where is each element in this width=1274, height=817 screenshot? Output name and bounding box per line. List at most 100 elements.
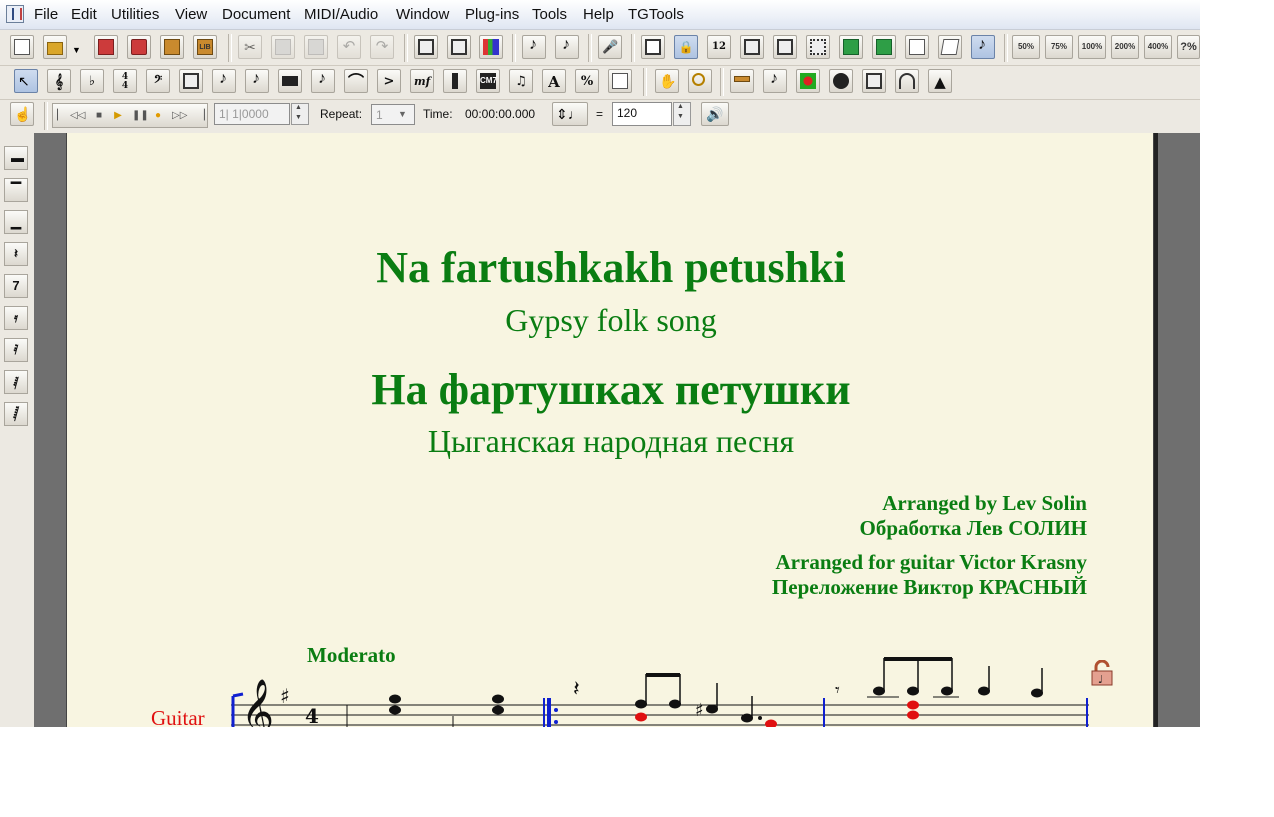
forward-end-icon[interactable]: ▕ [195, 109, 207, 122]
microphone-button[interactable]: 🎤 [598, 35, 622, 59]
quarter-rest-button[interactable]: 𝄽 [4, 242, 28, 266]
midi-tool-button[interactable] [829, 69, 853, 93]
menu-document[interactable]: Document [222, 6, 290, 24]
repeat-select[interactable]: 1 [371, 104, 415, 125]
key-signature-tool-button[interactable]: ♭ [80, 69, 104, 93]
arranger-credit[interactable]: Arranged by Lev Solin [882, 491, 1087, 516]
graphics-tool-button[interactable] [895, 69, 919, 93]
score-subtitle-russian[interactable]: Цыганская народная песня [67, 423, 1155, 460]
note[interactable] [873, 686, 885, 696]
step-forward-icon[interactable]: ▷▷ [172, 109, 187, 122]
position-spinner[interactable] [291, 103, 309, 125]
sixteenth-rest-button[interactable]: 𝄿 [4, 306, 28, 330]
measure-tool-button[interactable] [179, 69, 203, 93]
pause-icon[interactable]: ❚❚ [132, 109, 149, 122]
speaker-button[interactable]: 🔊 [701, 102, 729, 126]
one-twenty-eighth-rest-button[interactable]: 𝅂 [4, 402, 28, 426]
note[interactable] [706, 704, 718, 714]
stop-icon[interactable]: ■ [93, 109, 105, 122]
ossia-tool-button[interactable] [862, 69, 886, 93]
articulation-tool-button[interactable]: > [377, 69, 401, 93]
new-document-button[interactable] [10, 35, 34, 59]
padlock-icon[interactable]: ♩ [1091, 660, 1113, 686]
green-doc-button[interactable] [872, 35, 896, 59]
open-dropdown-icon[interactable]: ▼ [72, 45, 81, 55]
simple-entry-button[interactable] [212, 69, 236, 93]
scroll-view-button[interactable] [447, 35, 471, 59]
note[interactable] [907, 686, 919, 696]
playback-tool-button[interactable] [796, 69, 820, 93]
note[interactable] [1031, 688, 1043, 698]
undo-button[interactable]: ↶ [337, 35, 361, 59]
menu-plug-ins[interactable]: Plug-ins [465, 6, 519, 24]
play-midi-button[interactable] [522, 35, 546, 59]
paste-button[interactable] [304, 35, 328, 59]
staff-tool-button[interactable]: 𝄞 [47, 69, 71, 93]
note[interactable] [978, 686, 990, 696]
repeat-dropdown-icon[interactable]: ▼ [398, 109, 407, 119]
zoom-400-button[interactable]: 400% [1144, 35, 1172, 59]
chord-tool-button[interactable]: CM7 [476, 69, 500, 93]
hand-pointer-button[interactable]: ☝ [10, 102, 34, 126]
hand-grabber-button[interactable]: ✋ [655, 69, 679, 93]
step-back-icon[interactable]: ◁◁ [70, 109, 85, 122]
repeat-tool-button[interactable] [443, 69, 467, 93]
tempo-spinner[interactable] [673, 102, 691, 126]
page-layout-button[interactable] [608, 69, 632, 93]
app-icon[interactable] [6, 5, 24, 23]
page-frame-button[interactable] [641, 35, 665, 59]
sixty-fourth-rest-button[interactable]: 𝅁 [4, 370, 28, 394]
menu-edit[interactable]: Edit [71, 6, 97, 24]
rewind-start-icon[interactable]: ▏ [55, 109, 67, 122]
zoom-200-button[interactable]: 200% [1111, 35, 1139, 59]
note[interactable] [492, 705, 504, 715]
double-whole-rest-button[interactable]: ▬ [4, 146, 28, 170]
note[interactable] [635, 699, 647, 709]
zoom-custom-button[interactable]: ?% [1177, 35, 1200, 59]
note[interactable] [389, 694, 401, 704]
score-title[interactable]: Na fartushkakh petushki [67, 242, 1155, 293]
tuplet-tool-button[interactable] [311, 69, 335, 93]
menu-tools[interactable]: Tools [532, 6, 567, 24]
staff-button[interactable] [740, 35, 764, 59]
instrument-name[interactable]: Guitar [151, 706, 205, 727]
special-tools-button[interactable] [730, 69, 754, 93]
hyperscribe-button[interactable] [278, 69, 302, 93]
open-button[interactable] [43, 35, 67, 59]
grid-button[interactable] [773, 35, 797, 59]
resize-tool-button[interactable]: % [575, 69, 599, 93]
zoom-75-button[interactable]: 75% [1045, 35, 1073, 59]
green-page-button[interactable] [839, 35, 863, 59]
eighth-rest-button[interactable]: 7 [4, 274, 28, 298]
save-button[interactable] [94, 35, 118, 59]
mass-edit-button[interactable] [763, 69, 787, 93]
text-tool-button[interactable]: A [542, 69, 566, 93]
note[interactable] [941, 686, 953, 696]
zoom-tool-button[interactable] [688, 69, 712, 93]
position-counter[interactable]: 1| 1|0000 [214, 103, 290, 125]
menu-view[interactable]: View [175, 6, 207, 24]
page-setup-button[interactable] [905, 35, 929, 59]
note[interactable] [741, 713, 753, 723]
print-button[interactable] [127, 35, 151, 59]
menu-help[interactable]: Help [583, 6, 614, 24]
score-title-russian[interactable]: На фартушках петушки [67, 364, 1155, 415]
tempo-field[interactable]: 120 [612, 102, 672, 126]
menu-file[interactable]: File [34, 6, 58, 24]
library-button[interactable]: LIB [193, 35, 217, 59]
note[interactable] [492, 694, 504, 704]
selection-tool-button[interactable]: ↖ [14, 69, 38, 93]
midi-tools-button[interactable] [555, 35, 579, 59]
zoom-100-button[interactable]: 100% [1078, 35, 1106, 59]
half-rest-button[interactable]: ▁ [4, 210, 28, 234]
time-signature-tool-button[interactable]: 44 [113, 69, 137, 93]
cut-button[interactable]: ✂ [238, 35, 262, 59]
mixer-button[interactable] [479, 35, 503, 59]
score-subtitle[interactable]: Gypsy folk song [67, 302, 1155, 339]
transcriber-credit-russian[interactable]: Переложение Виктор КРАСНЫЙ [772, 575, 1087, 600]
note-red[interactable] [907, 700, 919, 710]
note-red[interactable] [635, 712, 647, 722]
lock-button[interactable]: 🔒 [674, 35, 698, 59]
expression-tool-button[interactable]: mf [410, 69, 434, 93]
guitar-staff[interactable]: 𝄞 ♯ 4 𝄽 ♯ 𝄾 [207, 638, 1107, 727]
